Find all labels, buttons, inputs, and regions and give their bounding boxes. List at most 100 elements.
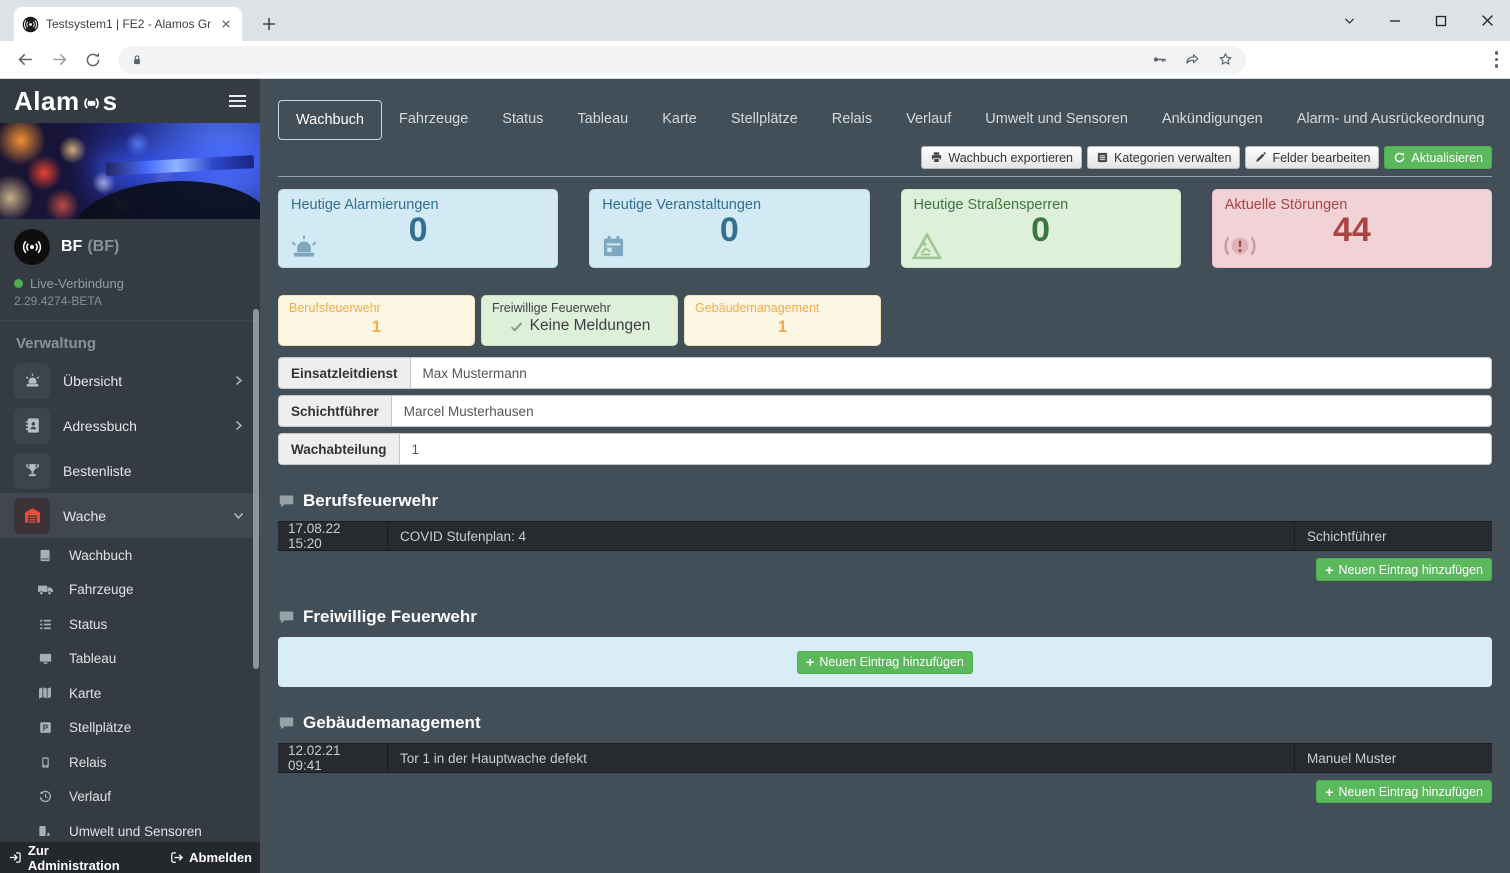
admin-link[interactable]: Zur Administration xyxy=(8,843,143,873)
sidebar: Alam s BF(BF) xyxy=(0,79,260,873)
list-icon xyxy=(1096,151,1109,164)
entries-table: 12.02.21 09:41 Tor 1 in der Hauptwache d… xyxy=(278,743,1492,773)
relay-icon xyxy=(36,755,54,770)
kebab-menu-icon[interactable] xyxy=(1495,51,1499,68)
table-row[interactable]: 17.08.22 15:20 COVID Stufenplan: 4 Schic… xyxy=(278,522,1492,550)
entry-author: Manuel Muster xyxy=(1295,751,1492,766)
chevron-down-icon xyxy=(232,509,245,522)
share-icon[interactable] xyxy=(1184,51,1201,68)
export-wachbuch-button[interactable]: Wachbuch exportieren xyxy=(921,146,1082,169)
truck-icon xyxy=(36,581,54,598)
section-freiwillige-feuerwehr: Freiwillige Feuerwehr + Neuen Eintrag hi… xyxy=(278,607,1492,687)
edit-fields-button[interactable]: Felder bearbeiten xyxy=(1245,146,1379,169)
minimize-icon[interactable] xyxy=(1372,0,1418,41)
manage-categories-button[interactable]: Kategorien verwalten xyxy=(1087,146,1240,169)
sidebar-item-fahrzeuge[interactable]: Fahrzeuge xyxy=(0,573,260,608)
entries-table: 17.08.22 15:20 COVID Stufenplan: 4 Schic… xyxy=(278,521,1492,551)
stat-card-veranstaltungen: Heutige Veranstaltungen 0 xyxy=(589,189,869,268)
browser-tabstrip: Testsystem1 | FE2 - Alamos GmbH xyxy=(0,0,1510,41)
sensors-icon xyxy=(36,823,54,839)
maximize-icon[interactable] xyxy=(1418,0,1464,41)
category-card-gebaeudemanagement[interactable]: Gebäudemanagement 1 xyxy=(684,295,881,346)
address-bar-actions xyxy=(1151,51,1234,68)
plus-icon: + xyxy=(1325,563,1333,577)
wache-submenu: Wachbuch Fahrzeuge Status xyxy=(0,538,260,849)
sidebar-scrollbar[interactable] xyxy=(253,309,259,669)
back-icon[interactable] xyxy=(10,45,40,75)
sidebar-item-tableau[interactable]: Tableau xyxy=(0,642,260,677)
sidebar-item-label: Umwelt und Sensoren xyxy=(69,824,202,839)
sidebar-item-uebersicht[interactable]: Übersicht xyxy=(0,358,260,403)
header-divider xyxy=(278,176,1492,177)
table-row[interactable]: 12.02.21 09:41 Tor 1 in der Hauptwache d… xyxy=(278,744,1492,772)
field-label: Einsatzleitdienst xyxy=(279,358,411,388)
sidebar-item-karte[interactable]: Karte xyxy=(0,676,260,711)
forward-icon[interactable] xyxy=(44,45,74,75)
section-berufsfeuerwehr: Berufsfeuerwehr 17.08.22 15:20 COVID Stu… xyxy=(278,491,1492,581)
stat-card-alarmierungen: Heutige Alarmierungen 0 xyxy=(278,189,558,268)
field-input[interactable]: Max Mustermann xyxy=(411,358,1491,388)
tab-fahrzeuge[interactable]: Fahrzeuge xyxy=(382,100,485,140)
stat-card-stoerungen: Aktuelle Störungen 44 xyxy=(1212,189,1492,268)
tab-ankuendigungen[interactable]: Ankündigungen xyxy=(1145,100,1280,140)
sidebar-item-relais[interactable]: Relais xyxy=(0,745,260,780)
sidebar-item-adressbuch[interactable]: Adressbuch xyxy=(0,403,260,448)
star-icon[interactable] xyxy=(1217,51,1234,68)
broadcast-unit-icon xyxy=(14,229,50,265)
map-icon xyxy=(36,685,54,701)
key-icon[interactable] xyxy=(1151,51,1168,68)
logout-link[interactable]: Abmelden xyxy=(169,850,252,865)
category-card-freiwillige-feuerwehr[interactable]: Freiwillige Feuerwehr Keine Meldungen xyxy=(481,295,678,346)
tab-wachbuch[interactable]: Wachbuch xyxy=(278,100,382,140)
field-einsatzleitdienst: Einsatzleitdienst Max Mustermann xyxy=(278,357,1492,389)
tab-alarm-ausrueckeordnung[interactable]: Alarm- und Ausrückeordnung xyxy=(1280,100,1502,140)
plus-icon: + xyxy=(806,655,814,669)
sidebar-header: Alam s xyxy=(0,79,260,123)
new-tab-icon[interactable] xyxy=(256,11,282,37)
check-icon xyxy=(509,319,524,334)
tab-karte[interactable]: Karte xyxy=(645,100,714,140)
field-input[interactable]: Marcel Musterhausen xyxy=(392,396,1491,426)
unit-block: BF(BF) Live-Verbindung 2.29.4274-BETA xyxy=(0,219,260,320)
add-entry-button[interactable]: + Neuen Eintrag hinzufügen xyxy=(797,651,973,674)
connection-status-label: Live-Verbindung xyxy=(30,276,124,291)
empty-entries-panel: + Neuen Eintrag hinzufügen xyxy=(278,637,1492,687)
siren-icon xyxy=(289,234,319,260)
tab-tableau[interactable]: Tableau xyxy=(560,100,645,140)
add-entry-button[interactable]: + Neuen Eintrag hinzufügen xyxy=(1316,780,1492,803)
status-list-icon xyxy=(36,617,54,632)
stat-value: 0 xyxy=(291,213,545,249)
entry-date: 12.02.21 09:41 xyxy=(278,743,388,773)
refresh-button[interactable]: Aktualisieren xyxy=(1384,146,1492,169)
add-entry-button[interactable]: + Neuen Eintrag hinzufügen xyxy=(1316,558,1492,581)
sidebar-item-status[interactable]: Status xyxy=(0,607,260,642)
hamburger-menu-icon[interactable] xyxy=(229,95,246,107)
category-card-berufsfeuerwehr[interactable]: Berufsfeuerwehr 1 xyxy=(278,295,475,346)
address-bar[interactable] xyxy=(118,46,1246,74)
sidebar-item-label: Verlauf xyxy=(69,789,111,804)
field-schichtfuehrer: Schichtführer Marcel Musterhausen xyxy=(278,395,1492,427)
window-chevron-icon[interactable] xyxy=(1326,0,1372,41)
sidebar-item-bestenliste[interactable]: Bestenliste xyxy=(0,448,260,493)
tab-umwelt-sensoren[interactable]: Umwelt und Sensoren xyxy=(968,100,1145,140)
browser-tab[interactable]: Testsystem1 | FE2 - Alamos GmbH xyxy=(14,7,242,41)
speech-bubble-icon xyxy=(278,609,295,626)
sidebar-item-wachbuch[interactable]: Wachbuch xyxy=(0,538,260,573)
sidebar-item-stellplaetze[interactable]: P Stellplätze xyxy=(0,711,260,746)
unit-abbr: (BF) xyxy=(87,238,119,255)
tab-relais[interactable]: Relais xyxy=(815,100,889,140)
tab-stellplaetze[interactable]: Stellplätze xyxy=(714,100,815,140)
reload-icon[interactable] xyxy=(78,45,108,75)
field-input[interactable]: 1 xyxy=(400,434,1491,464)
sidebar-item-verlauf[interactable]: Verlauf xyxy=(0,780,260,815)
tab-status[interactable]: Status xyxy=(485,100,560,140)
nav-section-title: Verwaltung xyxy=(0,320,260,358)
tab-close-icon[interactable] xyxy=(218,16,234,32)
wachbuch-fields: Einsatzleitdienst Max Mustermann Schicht… xyxy=(278,357,1492,465)
category-status: Keine Meldungen xyxy=(492,317,667,335)
logo-text-prefix: Alam xyxy=(14,86,80,117)
close-icon[interactable] xyxy=(1464,0,1510,41)
tab-verlauf[interactable]: Verlauf xyxy=(889,100,968,140)
sidebar-item-wache[interactable]: Wache xyxy=(0,493,260,538)
window-controls xyxy=(1326,0,1510,41)
